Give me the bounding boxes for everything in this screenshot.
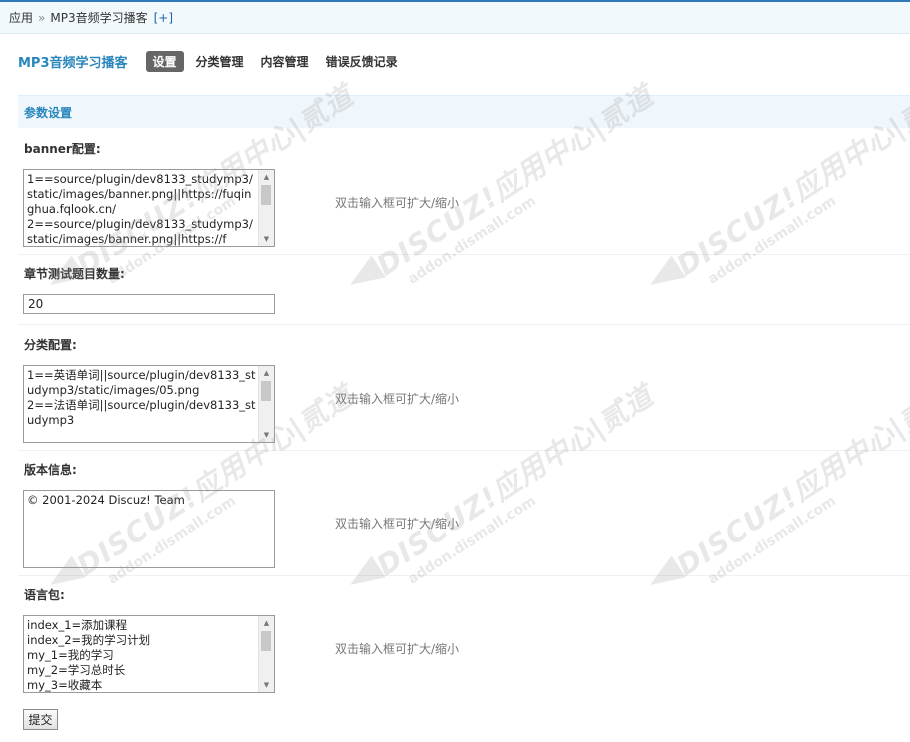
- category-config-textarea[interactable]: 1==英语单词||source/plugin/dev8133_studymp3/…: [23, 365, 275, 443]
- breadcrumb: 应用 » MP3音频学习播客 [+]: [0, 0, 910, 34]
- scroll-thumb[interactable]: [261, 381, 271, 401]
- scroll-up-icon[interactable]: ▲: [259, 616, 274, 630]
- category-config-value: 1==英语单词||source/plugin/dev8133_studymp3/…: [27, 368, 256, 427]
- plugin-header: MP3音频学习播客 设置 分类管理 内容管理 错误反馈记录: [18, 50, 415, 72]
- tab-category-management[interactable]: 分类管理: [196, 51, 244, 72]
- add-shortcut-button[interactable]: [+]: [154, 11, 173, 25]
- row-divider: [18, 450, 910, 451]
- banner-config-value: 1==source/plugin/dev8133_studymp3/static…: [27, 172, 253, 246]
- tab-content-management[interactable]: 内容管理: [261, 51, 309, 72]
- scroll-down-icon[interactable]: ▼: [259, 232, 274, 246]
- row-divider: [18, 324, 910, 325]
- tab-settings[interactable]: 设置: [145, 50, 184, 72]
- watermark-arrow-icon: [343, 255, 386, 296]
- language-pack-value: index_1=添加课程 index_2=我的学习计划 my_1=我的学习 my…: [27, 618, 151, 692]
- watermark: DISCUZ!应用中心|贰道 addon.dismall.com: [343, 79, 659, 351]
- watermark-arrow-icon: [643, 255, 686, 296]
- version-info-label: 版本信息:: [24, 463, 77, 477]
- banner-config-textarea[interactable]: 1==source/plugin/dev8133_studymp3/static…: [23, 169, 275, 247]
- breadcrumb-separator: »: [38, 10, 46, 25]
- scroll-thumb[interactable]: [261, 631, 271, 651]
- scroll-thumb[interactable]: [261, 185, 271, 205]
- scroll-up-icon[interactable]: ▲: [259, 170, 274, 184]
- version-info-value: © 2001-2024 Discuz! Team: [27, 493, 185, 507]
- language-pack-textarea[interactable]: index_1=添加课程 index_2=我的学习计划 my_1=我的学习 my…: [23, 615, 275, 693]
- breadcrumb-current: MP3音频学习播客: [50, 11, 148, 25]
- chapter-count-label: 章节测试题目数量:: [24, 267, 125, 281]
- watermark: DISCUZ!应用中心|贰道 addon.dismall.com: [643, 79, 910, 351]
- submit-button[interactable]: 提交: [23, 709, 58, 730]
- scroll-down-icon[interactable]: ▼: [259, 428, 274, 442]
- chapter-count-input[interactable]: [23, 294, 275, 314]
- version-info-textarea[interactable]: © 2001-2024 Discuz! Team: [23, 490, 275, 568]
- banner-scrollbar[interactable]: ▲ ▼: [258, 170, 274, 246]
- row-divider: [18, 575, 910, 576]
- language-pack-label: 语言包:: [24, 588, 65, 602]
- scroll-up-icon[interactable]: ▲: [259, 366, 274, 380]
- app-title: MP3音频学习播客: [18, 55, 128, 71]
- watermark: DISCUZ!应用中心|贰道 addon.dismall.com: [643, 379, 910, 651]
- category-config-label: 分类配置:: [24, 338, 77, 352]
- category-config-tip: 双击输入框可扩大/缩小: [335, 392, 460, 406]
- banner-config-tip: 双击输入框可扩大/缩小: [335, 196, 460, 210]
- breadcrumb-root-link[interactable]: 应用: [9, 9, 33, 26]
- version-info-tip: 双击输入框可扩大/缩小: [335, 517, 460, 531]
- section-title: 参数设置: [18, 95, 910, 128]
- category-scrollbar[interactable]: ▲ ▼: [258, 366, 274, 442]
- row-divider: [18, 254, 910, 255]
- scroll-down-icon[interactable]: ▼: [259, 678, 274, 692]
- language-scrollbar[interactable]: ▲ ▼: [258, 616, 274, 692]
- tab-error-feedback[interactable]: 错误反馈记录: [326, 51, 398, 72]
- banner-config-label: banner配置:: [24, 142, 101, 156]
- language-pack-tip: 双击输入框可扩大/缩小: [335, 642, 460, 656]
